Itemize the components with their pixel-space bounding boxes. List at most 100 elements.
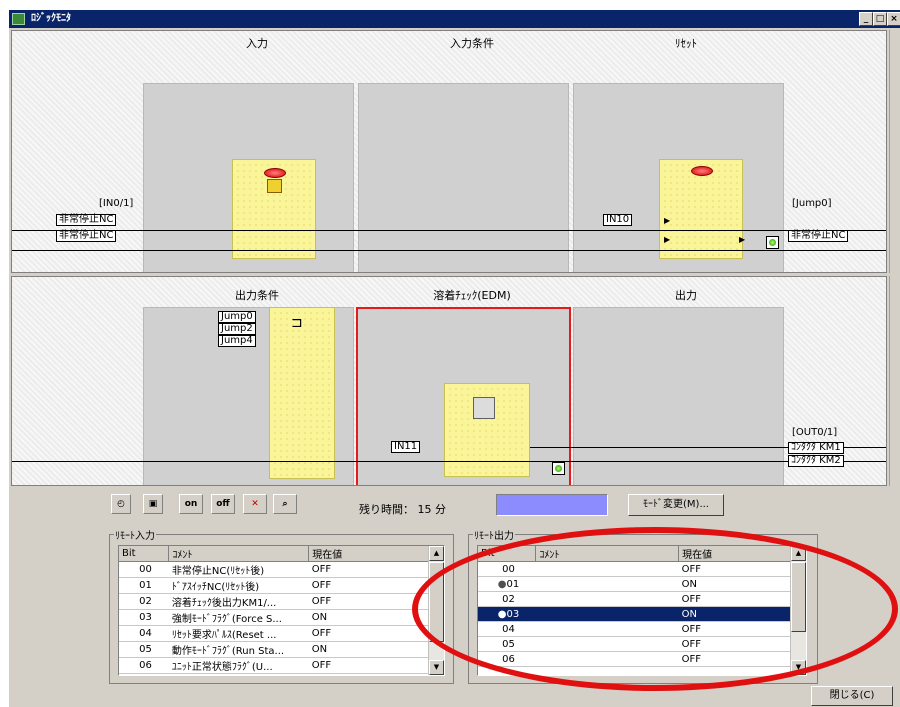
col-bit[interactable]: Bit xyxy=(119,546,170,562)
clock-icon[interactable]: ◴ xyxy=(111,494,131,514)
table-row[interactable]: 01 ﾄﾞｱｽｲｯﾁNC(ﾘｾｯﾄ後) OFF xyxy=(119,577,429,594)
comment-cell: 動作ﾓｰﾄﾞﾌﾗｸﾞ(Run Sta... xyxy=(168,641,309,658)
reset-button-icon xyxy=(691,166,713,176)
input-address-label: [IN0/1] xyxy=(99,198,134,209)
output-cell[interactable] xyxy=(573,307,784,485)
table-row[interactable]: 03 強制ﾓｰﾄﾞﾌﾗｸﾞ(Force S... ON xyxy=(119,609,429,626)
and-gate-icon: ⊐ xyxy=(291,315,303,331)
bit-cell: 02 xyxy=(119,593,169,610)
value-cell: OFF xyxy=(308,625,429,642)
scroll-thumb[interactable] xyxy=(429,562,444,642)
arrow-icon: ▶ xyxy=(664,216,671,225)
remote-output-list[interactable]: Bit ｺﾒﾝﾄ 現在値 00 OFF ●01 ON 02 OFF ●03 ON 04 O… xyxy=(477,545,807,676)
bit-cell: 05 xyxy=(478,636,536,652)
maximize-button[interactable]: □ xyxy=(873,12,887,26)
col-comment[interactable]: ｺﾒﾝﾄ xyxy=(535,546,680,562)
comment-cell xyxy=(535,651,679,667)
contactor-icon xyxy=(473,397,495,419)
window-title: ﾛｼﾞｯｸﾓﾆﾀ xyxy=(31,13,71,24)
remote-output-scrollbar[interactable]: ▲ ▼ xyxy=(790,546,806,675)
bit-cell: 02 xyxy=(478,591,536,607)
bit-cell: ●01 xyxy=(478,576,536,592)
edm-input-tag: IN11 xyxy=(391,441,421,453)
emergency-stop-icon xyxy=(264,168,286,178)
col-value[interactable]: 現在値 xyxy=(678,546,791,562)
col-value[interactable]: 現在値 xyxy=(308,546,429,562)
col-header-input-condition: 入力条件 xyxy=(450,37,494,50)
table-row[interactable]: 05 OFF xyxy=(478,636,791,652)
force-on-button[interactable]: on xyxy=(179,494,203,514)
table-row[interactable]: 06 OFF xyxy=(478,651,791,667)
value-cell: OFF xyxy=(308,577,429,594)
value-cell: OFF xyxy=(308,657,429,674)
title-bar: ﾛｼﾞｯｸﾓﾆﾀ _ □ × xyxy=(9,10,900,28)
col-header-edm: 溶着ﾁｪｯｸ(EDM) xyxy=(433,289,511,302)
force-off-button[interactable]: off xyxy=(211,494,235,514)
output-address-label: [OUT0/1] xyxy=(792,427,838,438)
col-header-reset: ﾘｾｯﾄ xyxy=(675,37,697,50)
app-icon xyxy=(12,13,25,25)
close-button[interactable]: 閉じる(C) xyxy=(811,686,893,706)
table-row[interactable]: 02 溶着ﾁｪｯｸ後出力KM1/... OFF xyxy=(119,593,429,610)
comment-cell: ﾕﾆｯﾄ正常状態ﾌﾗｸﾞ(U... xyxy=(168,657,309,674)
bit-value: 01 xyxy=(506,578,520,590)
top-panel-scrollbar[interactable] xyxy=(889,30,900,273)
output-condition-block[interactable] xyxy=(269,307,335,479)
remote-input-list[interactable]: Bit ｺﾒﾝﾄ 現在値 00 非常停止NC(ﾘｾｯﾄ後) OFF 01 ﾄﾞｱｽｲｯ… xyxy=(118,545,445,676)
input-condition-cell[interactable] xyxy=(358,83,569,272)
reset-input-tag: IN10 xyxy=(603,214,633,226)
bit-cell: 00 xyxy=(119,561,169,578)
value-cell: OFF xyxy=(678,591,791,607)
table-row[interactable]: 00 OFF xyxy=(478,561,791,577)
remote-output-group: ﾘﾓｰﾄ出力 Bit ｺﾒﾝﾄ 現在値 00 OFF ●01 ON 02 OFF xyxy=(468,527,818,684)
bit-cell: ●03 xyxy=(478,606,536,622)
scroll-thumb[interactable] xyxy=(791,562,806,632)
bit-cell: 06 xyxy=(478,651,536,667)
circuit-line-1 xyxy=(12,230,886,231)
bit-cell: 04 xyxy=(478,621,536,637)
col-comment[interactable]: ｺﾒﾝﾄ xyxy=(168,546,310,562)
off-text: off xyxy=(216,499,230,509)
mid-panel-scrollbar[interactable] xyxy=(889,276,900,486)
table-row[interactable]: 02 OFF xyxy=(478,591,791,607)
clear-icon[interactable]: ✕ xyxy=(243,494,267,514)
comment-cell xyxy=(535,621,679,637)
bit-value: 03 xyxy=(506,608,520,620)
comment-cell xyxy=(535,591,679,607)
circuit-line-2 xyxy=(12,250,886,251)
mode-change-button[interactable]: ﾓｰﾄﾞ変更(M)... xyxy=(628,494,724,516)
scroll-up-icon[interactable]: ▲ xyxy=(791,546,806,561)
value-cell: ON xyxy=(308,609,429,626)
table-row[interactable]: 05 動作ﾓｰﾄﾞﾌﾗｸﾞ(Run Sta... ON xyxy=(119,641,429,658)
scroll-down-icon[interactable]: ▼ xyxy=(429,660,444,675)
table-row[interactable]: 06 ﾕﾆｯﾄ正常状態ﾌﾗｸﾞ(U... OFF xyxy=(119,657,429,674)
scroll-up-icon[interactable]: ▲ xyxy=(429,546,444,561)
bit-cell: 04 xyxy=(119,625,169,642)
value-cell: ON xyxy=(308,641,429,658)
table-row[interactable]: 00 非常停止NC(ﾘｾｯﾄ後) OFF xyxy=(119,561,429,578)
col-bit[interactable]: Bit xyxy=(478,546,537,562)
comment-cell: 溶着ﾁｪｯｸ後出力KM1/... xyxy=(168,593,309,610)
value-cell: OFF xyxy=(308,593,429,610)
remote-input-scrollbar[interactable]: ▲ ▼ xyxy=(428,546,444,675)
scroll-down-icon[interactable]: ▼ xyxy=(791,660,806,675)
bit-cell: 00 xyxy=(478,561,536,577)
table-row[interactable]: ●01 ON xyxy=(478,576,791,592)
table-row-selected[interactable]: ●03 ON xyxy=(478,606,791,622)
remote-input-group: ﾘﾓｰﾄ入力 Bit ｺﾒﾝﾄ 現在値 00 非常停止NC(ﾘｾｯﾄ後) OFF 0… xyxy=(109,527,454,684)
lock-icon[interactable]: ▣ xyxy=(143,494,163,514)
output-tag-km2: ｺﾝﾀｸﾀ KM2 xyxy=(788,455,844,467)
col-header-output-condition: 出力条件 xyxy=(235,289,279,302)
comment-cell: 強制ﾓｰﾄﾞﾌﾗｸﾞ(Force S... xyxy=(168,609,309,626)
comment-cell xyxy=(535,636,679,652)
value-cell: ON xyxy=(678,606,791,622)
comment-cell xyxy=(535,576,679,592)
value-cell: OFF xyxy=(678,636,791,652)
table-row[interactable]: 04 ﾘｾｯﾄ要求ﾊﾟﾙｽ(Reset ... OFF xyxy=(119,625,429,642)
minimize-button[interactable]: _ xyxy=(859,12,873,26)
search-icon[interactable]: ⌕ xyxy=(273,494,297,514)
bit-cell: 06 xyxy=(119,657,169,674)
comment-cell xyxy=(535,606,679,622)
table-row[interactable]: 04 OFF xyxy=(478,621,791,637)
close-window-button[interactable]: × xyxy=(887,12,900,26)
